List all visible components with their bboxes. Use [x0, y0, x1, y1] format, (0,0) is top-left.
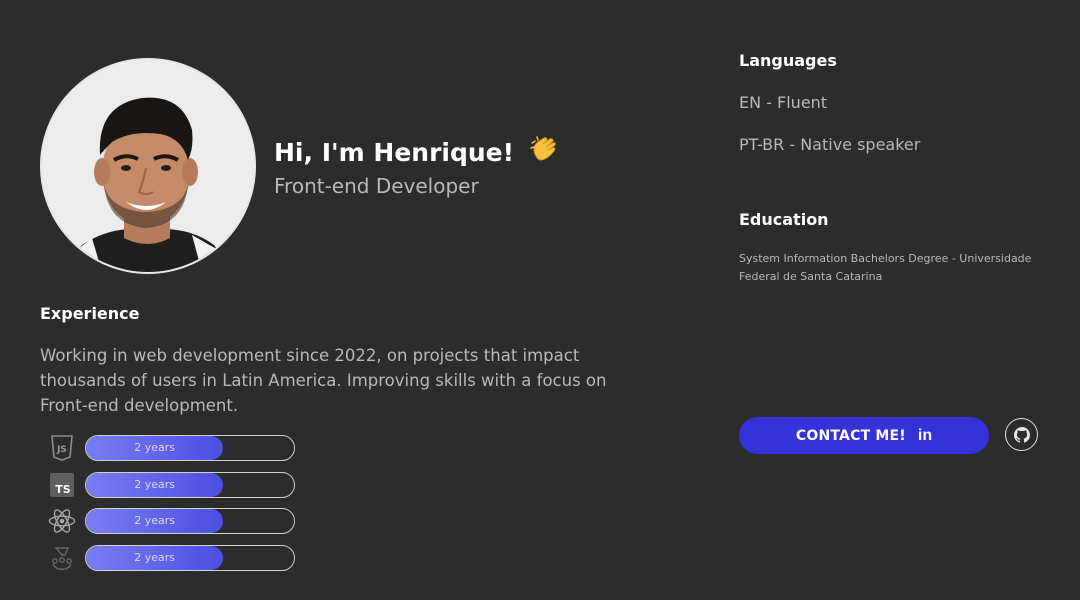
skill-progress-bar: 2 years: [85, 471, 295, 498]
language-item: PT-BR - Native speaker: [739, 135, 921, 154]
greeting-heading: Hi, I'm Henrique!: [274, 134, 559, 170]
contact-me-button[interactable]: CONTACT ME! in: [739, 417, 989, 454]
typescript-icon: TS: [48, 472, 76, 498]
experience-title: Experience: [40, 304, 140, 323]
avatar-photo: [42, 60, 254, 272]
github-icon: [1013, 426, 1030, 443]
role-subtitle: Front-end Developer: [274, 174, 479, 198]
avatar: [40, 58, 256, 274]
jest-icon: [48, 545, 76, 571]
skill-progress-bar: 2 years: [85, 508, 295, 534]
skill-duration: 2 years: [134, 550, 176, 564]
greeting-text: Hi, I'm Henrique!: [274, 138, 515, 167]
skill-duration: 2 years: [134, 441, 176, 454]
education-description: System Information Bachelors Degree - Un…: [739, 252, 1032, 283]
languages-title: Languages: [739, 51, 837, 70]
skill-progress-bar: 2 years: [85, 435, 295, 461]
skill-progress-bar: 2 years: [85, 544, 295, 571]
experience-description: Working in web development since 2022, o…: [40, 346, 607, 415]
clapping-hands-icon: [529, 134, 559, 170]
github-button[interactable]: [1005, 418, 1038, 451]
javascript-icon: JS: [48, 435, 76, 461]
education-title: Education: [739, 210, 829, 229]
language-item: EN - Fluent: [739, 93, 828, 112]
skill-duration: 2 years: [134, 514, 176, 527]
svg-text:JS: JS: [56, 445, 67, 455]
react-icon: [48, 508, 76, 534]
contact-button-label: CONTACT ME!: [795, 427, 906, 444]
linkedin-icon: in: [917, 426, 933, 444]
svg-text:TS: TS: [55, 483, 71, 496]
portfolio-page: Hi, I'm Henrique! Front-end Developer Ex…: [0, 0, 1080, 600]
skill-duration: 2 years: [134, 477, 176, 491]
